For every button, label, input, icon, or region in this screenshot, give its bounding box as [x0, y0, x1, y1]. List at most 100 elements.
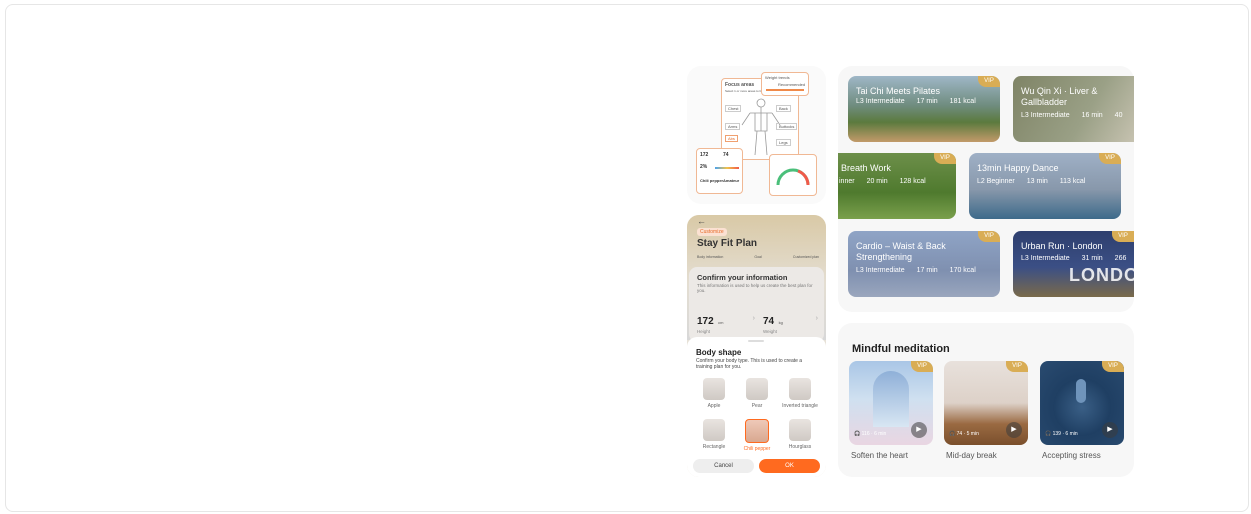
meditation-stats: 🎧 139 · 6 min — [1045, 431, 1078, 437]
shape-option-chili-pepper[interactable]: Chili pepper — [737, 419, 777, 452]
workout-duration: 20 min — [866, 178, 888, 185]
height-stat: 172 — [700, 152, 709, 158]
shape-label: Pear — [751, 403, 763, 409]
torso-icon — [789, 378, 811, 400]
workout-kcal: 181 kcal — [949, 98, 976, 105]
vip-badge: VIP — [1112, 231, 1134, 242]
chevron-right-icon: › — [752, 315, 755, 322]
meditation-card[interactable]: VIP 🎧 116 · 6 min ▶ — [849, 361, 933, 445]
duration: 6 min — [1065, 431, 1078, 437]
part-label: Chest — [725, 105, 742, 112]
confirm-subtitle: This information is used to help us crea… — [697, 283, 813, 293]
workout-title: Tai Chi Meets Pilates — [856, 86, 941, 96]
workout-level: inner — [839, 178, 855, 185]
workout-level: L3 Intermediate — [1021, 255, 1070, 262]
workout-level: L3 Intermediate — [856, 98, 905, 105]
workouts-panel: Tai Chi Meets Pilates L3 Intermediate 17 … — [838, 66, 1134, 312]
step-goal: Goal — [754, 255, 762, 259]
weight-value: 74 — [763, 316, 775, 327]
stay-fit-plan-screen: ← Customize Stay Fit Plan Body informati… — [687, 215, 826, 477]
confirm-panel: Confirm your information This informatio… — [689, 267, 824, 342]
stats-panel: 172 74 2% Chili pepper Amateur — [696, 148, 743, 194]
meditation-stats: 🎧 74 · 5 min — [949, 431, 979, 437]
plays-count: 74 — [956, 431, 963, 437]
shape-stat: Chili pepper — [700, 178, 724, 183]
workout-kcal: 266 — [1114, 255, 1127, 262]
shape-label: Apple — [707, 403, 721, 409]
gauge-panel — [769, 154, 817, 196]
bodyfat-stat: 2% — [700, 164, 708, 170]
play-icon[interactable]: ▶ — [1102, 422, 1118, 438]
shape-label-selected: Chili pepper — [743, 446, 771, 452]
meditation-label: Soften the heart — [851, 451, 908, 460]
shape-option-hourglass[interactable]: Hourglass — [780, 419, 820, 450]
workout-card[interactable]: 13min Happy Dance L2 Beginner 13 min 113 k… — [969, 153, 1121, 219]
body-shape-sheet: Body shape Confirm your body type. This … — [687, 337, 826, 477]
shape-option-inverted-triangle[interactable]: Inverted triangle — [777, 378, 823, 409]
weight-trend-bar — [766, 89, 804, 91]
workout-duration: 16 min — [1081, 112, 1103, 119]
shape-label: Inverted triangle — [782, 403, 818, 409]
vip-badge: VIP — [1102, 361, 1124, 372]
height-label: Height — [697, 329, 711, 334]
workout-duration: 31 min — [1081, 255, 1103, 262]
workout-card[interactable]: Breath Work inner 20 min 128 kcal VIP — [838, 153, 956, 219]
back-arrow-icon[interactable]: ← — [697, 216, 706, 226]
plays-count: 139 — [1052, 431, 1061, 437]
duration: 6 min — [874, 431, 887, 437]
workout-card[interactable]: Wu Qin Xi · Liver & Gallbladder L3 Inter… — [1013, 76, 1134, 142]
meditation-card[interactable]: VIP 🎧 139 · 6 min ▶ — [1040, 361, 1124, 445]
workout-kcal: 40 — [1114, 112, 1123, 119]
torso-icon — [745, 419, 769, 443]
meditation-title: Mindful meditation — [852, 343, 950, 355]
shape-label: Rectangle — [702, 444, 726, 450]
meditation-card[interactable]: VIP 🎧 74 · 5 min ▶ — [944, 361, 1028, 445]
height-value: 172 — [697, 316, 714, 327]
workout-title: Cardio – Waist & Back Strengthening — [856, 241, 946, 262]
weight-trend-title: Weight trends — [765, 75, 790, 80]
workout-card[interactable]: Urban Run · London L3 Intermediate 31 min… — [1013, 231, 1134, 297]
arch-shape — [873, 371, 909, 427]
london-sign-text: LONDO — [1069, 265, 1134, 285]
sheet-handle[interactable] — [748, 340, 764, 342]
shape-label: Hourglass — [788, 444, 812, 450]
play-icon[interactable]: ▶ — [1006, 422, 1022, 438]
shape-option-apple[interactable]: Apple — [694, 378, 734, 409]
meditation-stats: 🎧 116 · 6 min — [854, 431, 887, 437]
workout-meta: inner 20 min 128 kcal — [839, 178, 938, 185]
level-stat: Amateur — [723, 178, 740, 183]
part-label: Abs — [725, 135, 738, 142]
workout-level: L2 Beginner — [977, 178, 1015, 185]
vip-badge: VIP — [978, 231, 1000, 242]
vip-badge: VIP — [1006, 361, 1028, 372]
height-unit: cm — [718, 320, 724, 325]
weight-field[interactable]: 74 kg Weight › — [763, 311, 818, 335]
workout-meta: L3 Intermediate 17 min 170 kcal — [856, 267, 988, 274]
part-label: Legs — [776, 139, 791, 146]
cancel-button[interactable]: Cancel — [693, 459, 754, 473]
sheet-subtitle: Confirm your body type. This is used to … — [696, 358, 803, 370]
height-field[interactable]: 172 cm Height › — [697, 311, 755, 335]
workout-card[interactable]: Tai Chi Meets Pilates L3 Intermediate 17 … — [848, 76, 1000, 142]
play-icon[interactable]: ▶ — [911, 422, 927, 438]
workout-meta: L2 Beginner 13 min 113 kcal — [977, 178, 1097, 185]
vip-badge: VIP — [978, 76, 1000, 87]
plays-count: 116 — [861, 431, 870, 437]
workout-title: Wu Qin Xi · Liver & Gallbladder — [1021, 86, 1098, 107]
ok-button[interactable]: OK — [759, 459, 820, 473]
step-body-info: Body information — [697, 255, 724, 259]
vip-badge: VIP — [1099, 153, 1121, 164]
step-customized: Customized plan — [792, 255, 819, 259]
workout-title: Urban Run · London — [1021, 241, 1103, 251]
shape-option-rectangle[interactable]: Rectangle — [694, 419, 734, 450]
plan-steps: Body information Goal Customized plan — [697, 255, 819, 259]
workout-meta: L3 Intermediate 31 min 266 — [1021, 255, 1134, 262]
workout-card[interactable]: Cardio – Waist & Back Strengthening L3 I… — [848, 231, 1000, 297]
torso-icon — [703, 419, 725, 441]
workout-kcal: 170 kcal — [949, 267, 976, 274]
water-drop-shape — [1076, 379, 1086, 403]
torso-icon — [789, 419, 811, 441]
workout-duration: 13 min — [1026, 178, 1048, 185]
shape-option-pear[interactable]: Pear — [737, 378, 777, 409]
part-label: Buttocks — [776, 123, 798, 130]
